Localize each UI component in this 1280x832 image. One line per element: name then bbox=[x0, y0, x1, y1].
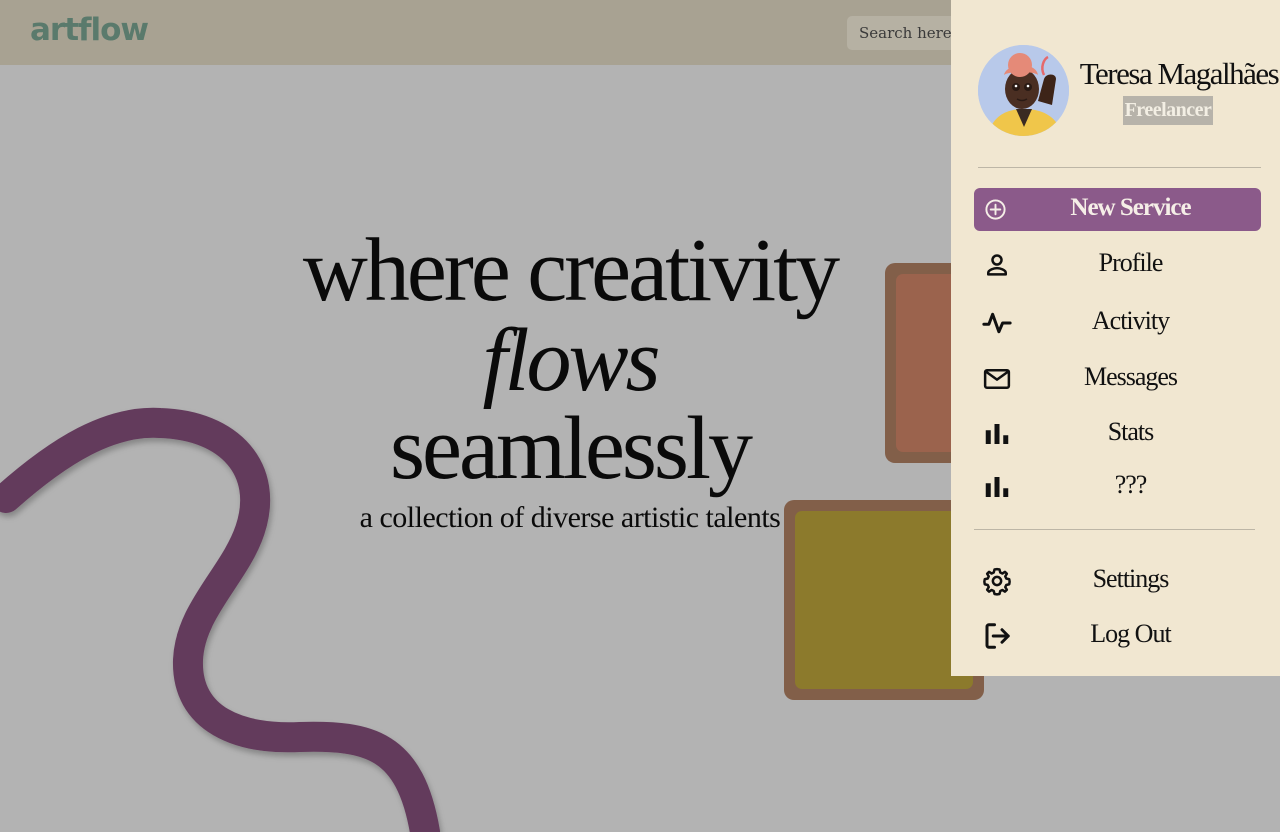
menu-item-label: Profile bbox=[1098, 248, 1164, 277]
menu-item-label: Activity bbox=[1091, 306, 1170, 335]
menu-item-label: Stats bbox=[1107, 417, 1155, 446]
hero-title-line1: where creativity bbox=[302, 221, 840, 320]
decor-square-front-inner bbox=[795, 511, 973, 689]
hero-subtitle: a collection of diverse artistic talents bbox=[359, 501, 781, 534]
role-badge: Freelancer bbox=[1123, 96, 1213, 125]
hero: where creativity flows seamlessly a coll… bbox=[300, 225, 840, 535]
menu-item-profile[interactable]: Profile bbox=[974, 242, 1261, 286]
hero-title-italic: flows bbox=[482, 311, 660, 410]
user-name: Teresa Magalhães bbox=[1079, 56, 1280, 91]
menu-item-settings[interactable]: Settings bbox=[974, 558, 1261, 602]
avatar[interactable] bbox=[978, 45, 1069, 136]
divider-top bbox=[978, 167, 1261, 168]
menu-item-label: ??? bbox=[1114, 470, 1148, 499]
menu-item-unknown[interactable]: ??? bbox=[974, 464, 1261, 508]
divider-bottom bbox=[974, 529, 1255, 530]
new-service-label: New Service bbox=[1070, 194, 1191, 221]
menu-item-label: Log Out bbox=[1090, 619, 1171, 648]
user-menu-panel: Teresa Magalhães Freelancer New Service … bbox=[951, 0, 1280, 676]
menu-item-stats[interactable]: Stats bbox=[974, 411, 1261, 455]
menu-item-messages[interactable]: Messages bbox=[974, 356, 1261, 400]
hero-title-rest: seamlessly bbox=[390, 399, 753, 498]
hero-title-line2: flows seamlessly bbox=[300, 316, 840, 494]
new-service-button[interactable]: New Service bbox=[974, 188, 1261, 231]
artflow-logo[interactable]: artflow bbox=[30, 12, 149, 48]
avatar-illustration bbox=[978, 45, 1069, 136]
menu-item-activity[interactable]: Activity bbox=[974, 300, 1261, 344]
menu-item-label: Messages bbox=[1083, 362, 1178, 391]
menu-item-label: Settings bbox=[1092, 564, 1170, 593]
menu-item-logout[interactable]: Log Out bbox=[974, 613, 1261, 657]
